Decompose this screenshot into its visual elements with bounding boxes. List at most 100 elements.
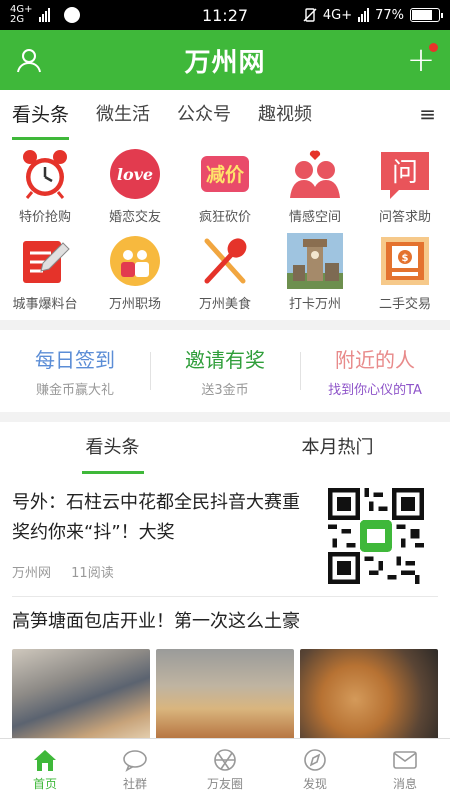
bread-photo-3 <box>300 649 438 741</box>
status-bar: 4G+ 2G 11:27 4G+ 77% <box>0 0 450 30</box>
price-cut-icon-text: 减价 <box>206 163 245 186</box>
grid-label: 万州美食 <box>198 297 251 312</box>
quick-title: 每日签到 <box>35 348 115 372</box>
grid-label: 情感空间 <box>288 210 341 225</box>
question-icon: 问 <box>377 146 433 202</box>
article-feed: 号外：石柱云中花都全民抖音大赛重奖约你来“抖”！大奖 万州网 11阅读 高笋塘面… <box>0 478 450 741</box>
daily-check-in-button[interactable]: 每日签到 赚金币赢大礼 <box>0 344 150 398</box>
love-icon-text: love <box>117 165 153 184</box>
notification-dot <box>428 43 438 52</box>
fork-spoon-icon <box>197 233 253 289</box>
article-title: 高笋塘面包店开业！第一次这么土豪 <box>12 611 300 632</box>
grid-item-flash-sale[interactable]: 特价抢购 <box>0 146 90 225</box>
invite-reward-button[interactable]: 邀请有奖 送3金币 <box>150 344 300 398</box>
nav-home[interactable]: 首页 <box>0 739 90 800</box>
tab-official-accounts[interactable]: 公众号 <box>177 90 231 140</box>
user-icon <box>17 49 41 73</box>
nav-discover[interactable]: 发现 <box>270 739 360 800</box>
grid-item-jobs[interactable]: 万州职场 <box>90 233 180 312</box>
bread-photo-2 <box>156 649 294 741</box>
feature-grid: 特价抢购 love 婚恋交友 减价 疯狂砍价 情感空间 问 问答求助 城事爆料台… <box>0 140 450 320</box>
tower-icon <box>287 233 343 289</box>
svg-text:$: $ <box>402 253 409 264</box>
tab-micro-life[interactable]: 微生活 <box>96 90 150 140</box>
tab-headlines[interactable]: 看头条 <box>12 90 70 140</box>
nav-label: 社群 <box>122 776 147 791</box>
love-icon: love <box>107 146 163 202</box>
network-bottom-label: 2G <box>10 14 25 25</box>
home-icon <box>34 749 56 771</box>
grid-label: 万州职场 <box>108 297 161 312</box>
nearby-people-button[interactable]: 附近的人 找到你心仪的TA <box>300 344 450 398</box>
quick-actions: 每日签到 赚金币赢大礼 邀请有奖 送3金币 附近的人 找到你心仪的TA <box>0 330 450 412</box>
add-button[interactable]: + <box>406 43 438 77</box>
vibrate-icon <box>303 8 317 22</box>
app-screen: 4G+ 2G 11:27 4G+ 77% 万州网 + 看头条 微生活 公众号 趣… <box>0 0 450 800</box>
channel-menu-icon[interactable]: ≡ <box>419 102 436 126</box>
nav-label: 万友圈 <box>206 776 243 791</box>
feed-tab-headlines[interactable]: 看头条 <box>0 422 225 478</box>
alarm-clock-icon <box>17 146 73 202</box>
grid-label: 特价抢购 <box>18 210 71 225</box>
app-header: 万州网 + <box>0 30 450 90</box>
nav-label: 消息 <box>392 776 417 791</box>
compass-icon <box>304 748 326 771</box>
article-item[interactable]: 号外：石柱云中花都全民抖音大赛重奖约你来“抖”！大奖 万州网 11阅读 <box>12 478 438 597</box>
grid-item-dating[interactable]: love 婚恋交友 <box>90 146 180 225</box>
grid-label: 疯狂砍价 <box>198 210 251 225</box>
grid-item-check-in[interactable]: 打卡万州 <box>270 233 360 312</box>
channel-tabs: 看头条 微生活 公众号 趣视频 ≡ <box>0 90 450 140</box>
user-button[interactable] <box>14 45 44 75</box>
status-left: 4G+ 2G <box>10 5 80 25</box>
quick-subtitle: 送3金币 <box>201 383 249 398</box>
grid-label: 婚恋交友 <box>108 210 161 225</box>
article-source: 万州网 <box>12 566 52 581</box>
qr-code-image <box>314 488 438 584</box>
grid-item-emotion[interactable]: 情感空间 <box>270 146 360 225</box>
grid-label: 城事爆料台 <box>12 297 78 312</box>
battery-icon <box>410 8 443 22</box>
status-time: 11:27 <box>201 5 249 25</box>
chat-icon <box>123 749 147 772</box>
edit-board-icon <box>17 233 73 289</box>
app-notification-icon <box>63 7 80 23</box>
grid-item-food[interactable]: 万州美食 <box>180 233 270 312</box>
question-icon-text: 问 <box>392 158 418 188</box>
tab-fun-videos[interactable]: 趣视频 <box>258 90 312 140</box>
signal-bars-icon <box>38 8 50 22</box>
money-box-icon: $ <box>377 233 433 289</box>
battery-fill <box>412 10 433 20</box>
app-title: 万州网 <box>184 47 266 78</box>
feed-tabs: 看头条 本月热门 <box>0 422 450 478</box>
grid-label: 打卡万州 <box>288 297 341 312</box>
aperture-icon <box>214 748 236 771</box>
grid-label: 二手交易 <box>378 297 431 312</box>
nav-friends-circle[interactable]: 万友圈 <box>180 739 270 800</box>
network-type: 4G+ 2G <box>10 5 33 25</box>
grid-item-bargain[interactable]: 减价 疯狂砍价 <box>180 146 270 225</box>
nav-community[interactable]: 社群 <box>90 739 180 800</box>
grid-item-qa[interactable]: 问 问答求助 <box>360 146 450 225</box>
quick-title: 附近的人 <box>335 348 415 372</box>
bottom-navigation: 首页 社群 万友圈 发现 消息 <box>0 738 450 800</box>
article-reads: 11阅读 <box>71 566 114 581</box>
couple-icon <box>287 146 343 202</box>
price-cut-icon: 减价 <box>197 146 253 202</box>
workers-icon <box>107 233 163 289</box>
quick-subtitle: 找到你心仪的TA <box>328 383 422 398</box>
quick-subtitle: 赚金币赢大礼 <box>35 383 114 398</box>
article-title: 号外：石柱云中花都全民抖音大赛重奖约你来“抖”！大奖 <box>12 492 300 543</box>
grid-label: 问答求助 <box>378 210 431 225</box>
article-text: 号外：石柱云中花都全民抖音大赛重奖约你来“抖”！大奖 万州网 11阅读 <box>12 488 314 584</box>
article-meta: 万州网 11阅读 <box>12 562 302 581</box>
feed-tab-monthly-hot[interactable]: 本月热门 <box>225 422 450 478</box>
signal-bars-right-icon <box>358 8 370 22</box>
grid-item-second-hand[interactable]: $ 二手交易 <box>360 233 450 312</box>
grid-item-city-news[interactable]: 城事爆料台 <box>0 233 90 312</box>
article-item[interactable]: 高笋塘面包店开业！第一次这么土豪 <box>12 597 438 741</box>
quick-title: 邀请有奖 <box>185 348 265 372</box>
nav-messages[interactable]: 消息 <box>360 739 450 800</box>
mail-icon <box>393 750 417 769</box>
nav-label: 首页 <box>32 776 57 791</box>
battery-percent: 77% <box>375 7 404 23</box>
